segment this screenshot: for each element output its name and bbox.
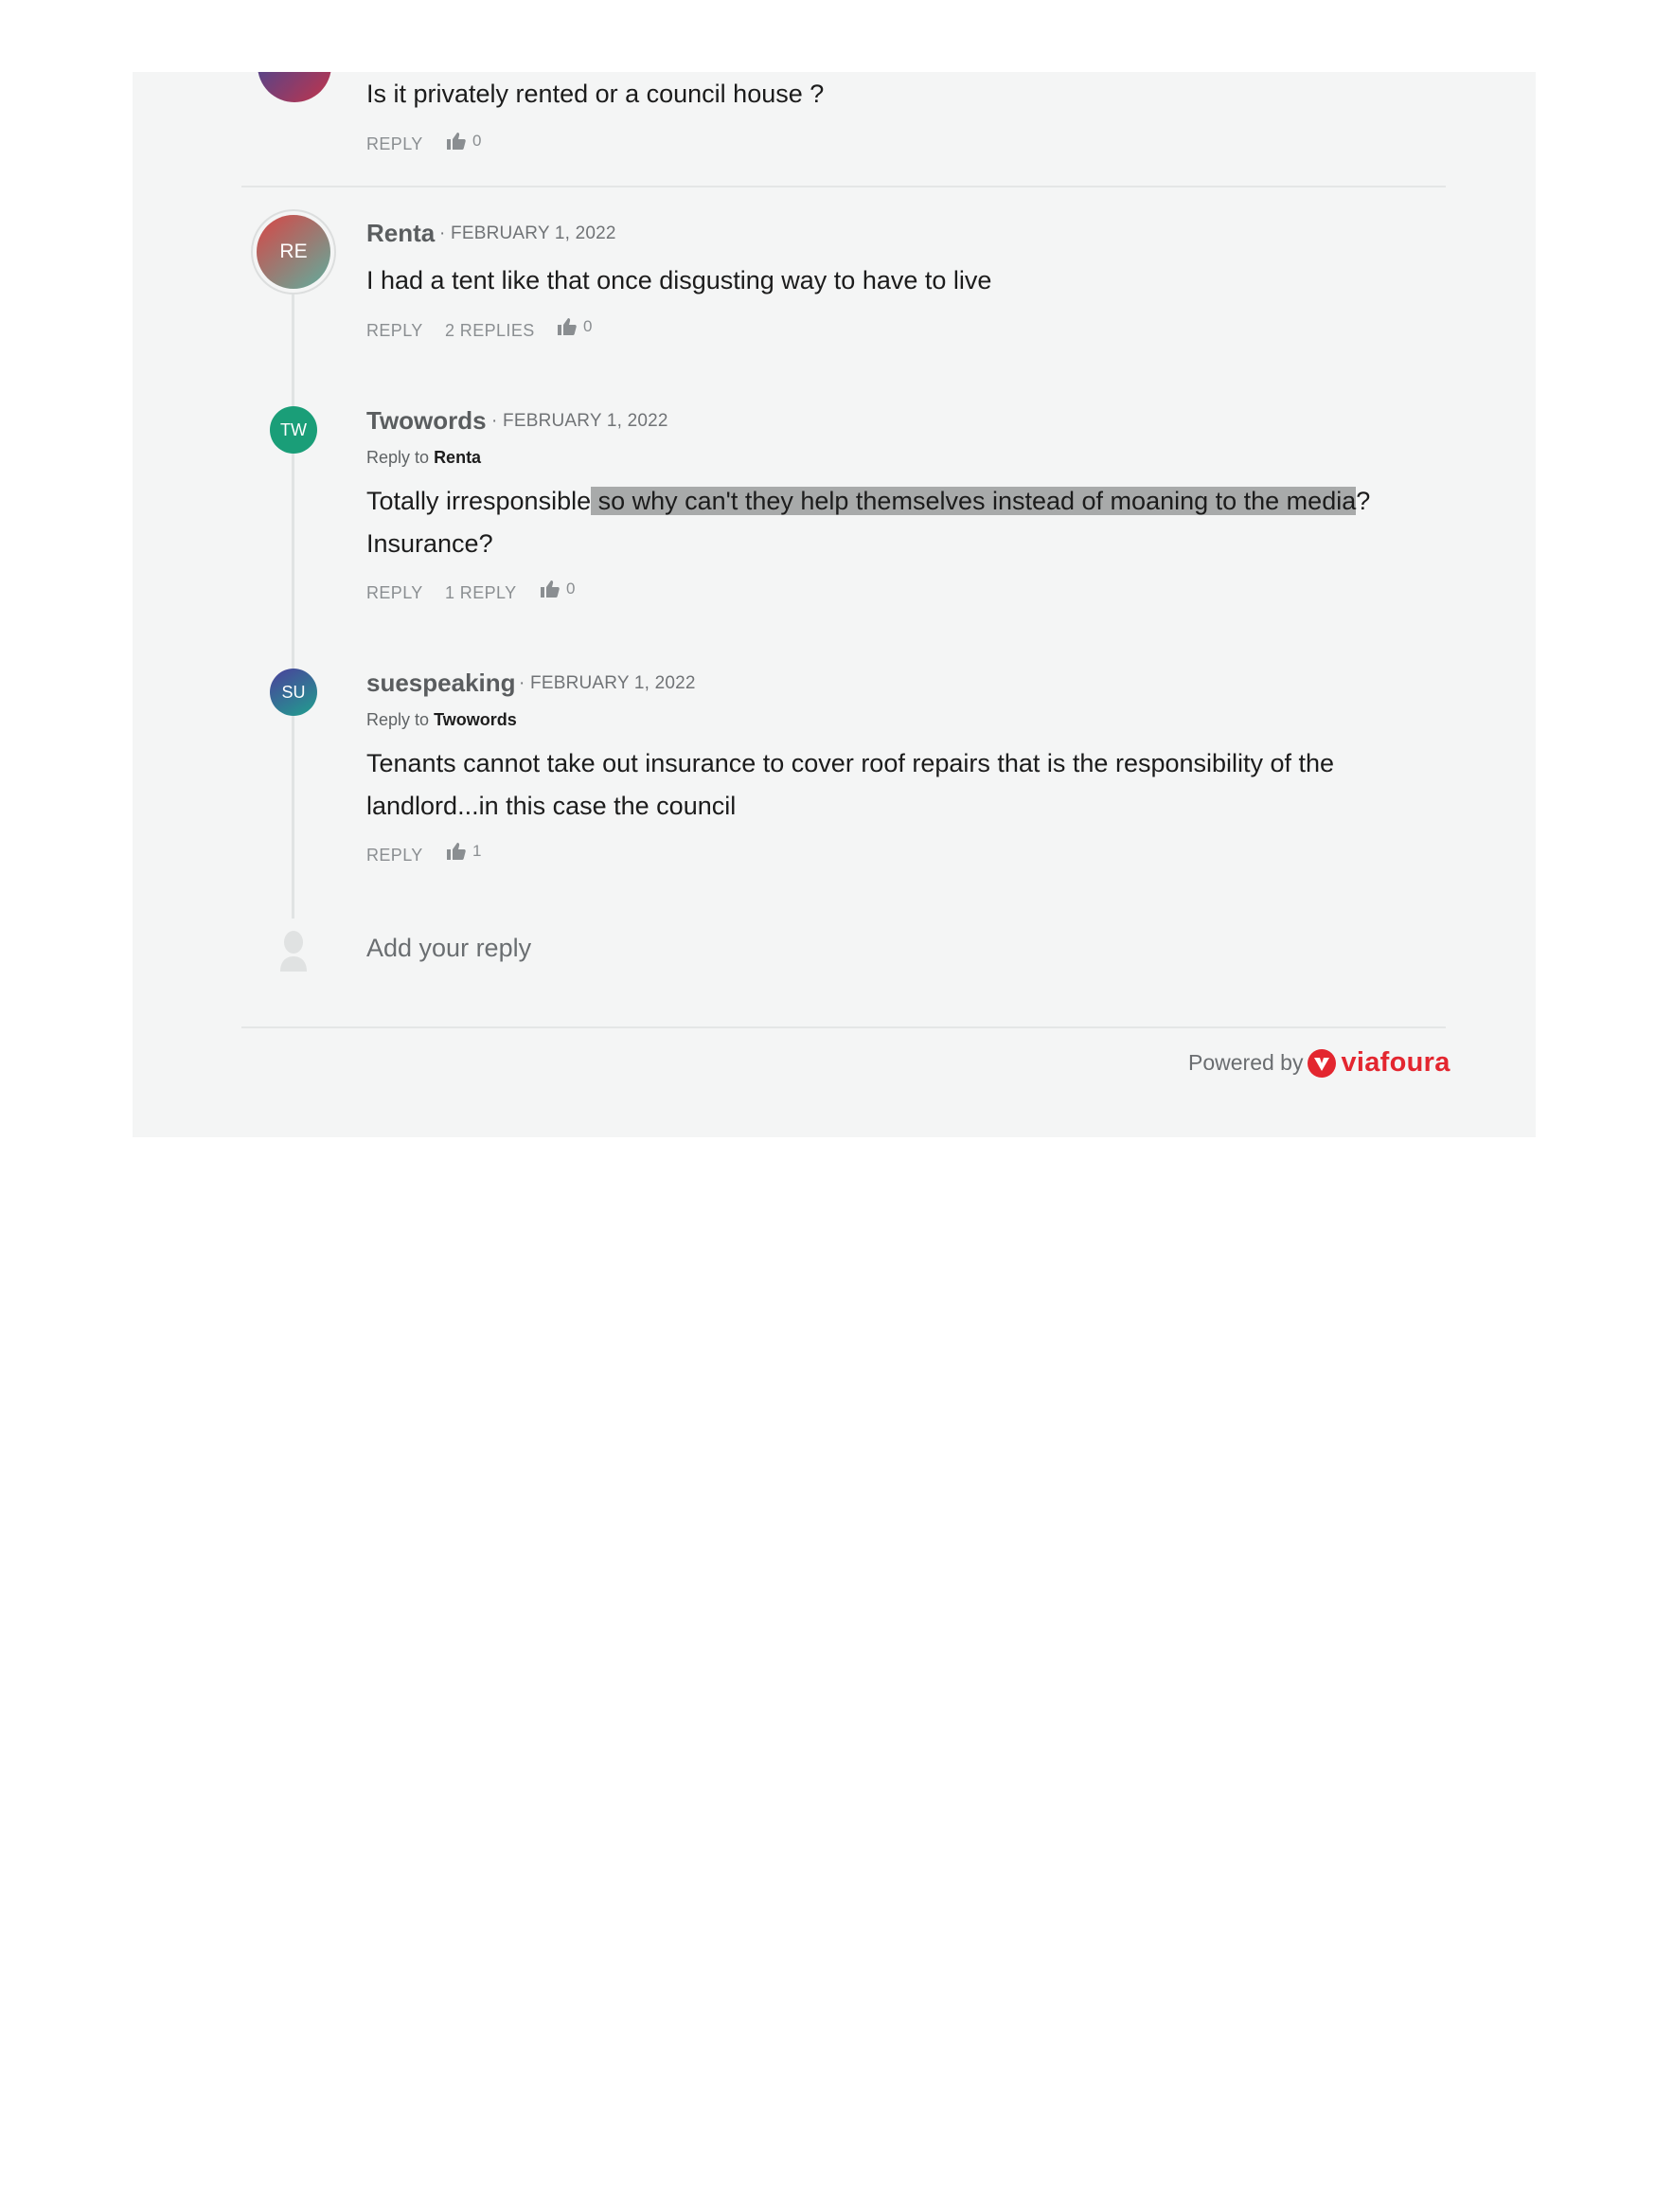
comment-body: Tenants cannot take out insurance to cov… xyxy=(366,749,1335,777)
text-highlight: so why can't they help themselves instea… xyxy=(591,487,1357,515)
avatar-initials: RE xyxy=(279,241,308,262)
divider xyxy=(241,186,1446,187)
reply-to-author[interactable]: Renta xyxy=(434,448,481,467)
comment-author[interactable]: Renta xyxy=(366,219,435,248)
comment-author[interactable]: suespeaking xyxy=(366,669,516,698)
like-count: 0 xyxy=(472,132,482,150)
reply-button[interactable]: REPLY xyxy=(366,583,423,603)
comment-date: · FEBRUARY 1, 2022 xyxy=(491,411,668,431)
thumbs-up-icon xyxy=(447,843,466,860)
avatar: RE xyxy=(257,215,330,289)
comment-body-line2: Insurance? xyxy=(366,529,493,558)
reply-to: Reply to Renta xyxy=(366,448,482,467)
reply-input[interactable]: Add your reply xyxy=(366,927,531,970)
thumbs-up-icon xyxy=(447,133,466,150)
comment-body: Is it privately rented or a council hous… xyxy=(366,80,825,108)
avatar: TW xyxy=(270,406,317,454)
thread-line xyxy=(292,294,294,919)
reply-to: Reply to Twowords xyxy=(366,710,517,729)
like-button[interactable]: 0 xyxy=(540,580,575,598)
powered-by-label: Powered by xyxy=(1188,1050,1304,1075)
reply-button[interactable]: REPLY xyxy=(366,321,423,341)
comment-author[interactable]: Twowords xyxy=(366,406,487,436)
comment-date: · FEBRUARY 1, 2022 xyxy=(519,673,696,693)
powered-by: Powered by viafoura xyxy=(1188,1047,1450,1079)
reply-button[interactable]: REPLY xyxy=(366,134,423,154)
like-count: 1 xyxy=(472,842,482,860)
like-count: 0 xyxy=(566,580,576,598)
reply-to-author[interactable]: Twowords xyxy=(434,710,517,729)
avatar: SU xyxy=(270,669,317,716)
divider xyxy=(241,1026,1446,1028)
thumbs-up-icon xyxy=(541,580,560,598)
replies-toggle[interactable]: 1 REPLY xyxy=(445,583,517,603)
like-count: 0 xyxy=(583,317,593,335)
avatar xyxy=(258,72,331,102)
comment-date: · FEBRUARY 1, 2022 xyxy=(439,223,616,243)
comment-body-line2: landlord...in this case the council xyxy=(366,792,737,820)
like-button[interactable]: 0 xyxy=(557,317,592,336)
comments-panel xyxy=(133,72,1536,1137)
like-button[interactable]: 0 xyxy=(446,132,481,151)
thumbs-up-icon xyxy=(558,318,577,335)
user-placeholder-icon xyxy=(280,931,307,972)
avatar-initials: SU xyxy=(281,682,306,702)
comment-body: I had a tent like that once disgusting w… xyxy=(366,266,992,294)
viafoura-brand[interactable]: viafoura xyxy=(1341,1047,1450,1079)
reply-button[interactable]: REPLY xyxy=(366,846,423,865)
comment-body: Totally irresponsible so why can't they … xyxy=(366,487,1371,515)
viafoura-logo-icon xyxy=(1308,1048,1337,1078)
replies-toggle[interactable]: 2 REPLIES xyxy=(445,321,535,341)
like-button[interactable]: 1 xyxy=(446,842,481,861)
avatar-initials: TW xyxy=(280,419,307,439)
